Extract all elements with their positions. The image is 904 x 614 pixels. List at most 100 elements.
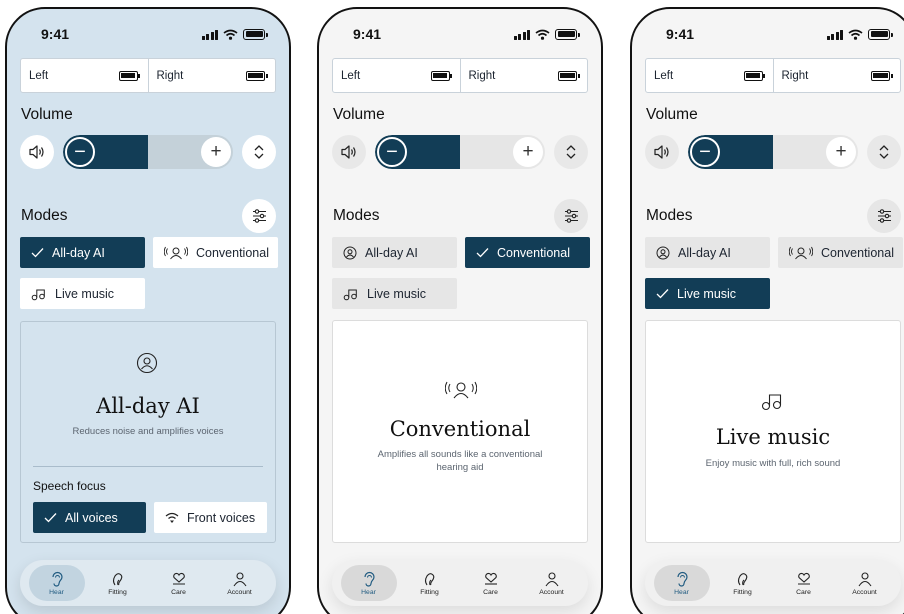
- mode-settings-button[interactable]: [867, 199, 901, 233]
- volume-slider[interactable]: − +: [375, 134, 545, 169]
- volume-up-button[interactable]: +: [826, 136, 856, 167]
- right-battery: Right: [147, 59, 276, 92]
- speech-focus-title: Speech focus: [33, 479, 106, 493]
- volume-down-button[interactable]: −: [690, 136, 720, 167]
- bottom-tab-bar: Hear Fitting Care Account: [645, 560, 901, 606]
- speech-focus-label: Front voices: [187, 510, 256, 525]
- mode-detail-title: Conventional: [389, 417, 531, 441]
- tab-label: Account: [539, 588, 564, 596]
- modes-title: Modes: [646, 207, 693, 224]
- expand-button[interactable]: [554, 134, 588, 169]
- mode-chip-conventional[interactable]: Conventional: [778, 237, 903, 268]
- sliders-icon: [877, 209, 891, 223]
- mode-chip-conventional[interactable]: Conventional: [153, 237, 278, 268]
- status-time: 9:41: [666, 26, 695, 42]
- tab-care[interactable]: Care: [463, 565, 519, 601]
- mode-chip-label: All-day AI: [365, 245, 418, 260]
- divider: [33, 466, 263, 467]
- right-label: Right: [156, 69, 184, 82]
- volume-up-button[interactable]: +: [201, 136, 231, 167]
- volume-slider[interactable]: − +: [688, 134, 858, 169]
- mode-chip-label: Live music: [367, 286, 427, 301]
- mode-chip-label: Conventional: [196, 245, 269, 260]
- wifi-icon: [848, 29, 863, 40]
- battery-status-row: Left Right: [645, 58, 901, 93]
- tab-fitting[interactable]: Fitting: [715, 565, 771, 601]
- tab-label: Fitting: [108, 588, 127, 596]
- tab-label: Account: [227, 588, 252, 596]
- left-label: Left: [341, 69, 361, 82]
- mode-chip-label: Conventional: [497, 245, 570, 260]
- volume-slider[interactable]: − +: [63, 134, 233, 169]
- mode-detail-description: Amplifies all sounds like a conventional…: [377, 449, 543, 473]
- mode-chip-all-day-ai[interactable]: All-day AI: [332, 237, 457, 268]
- sound-head-icon: [445, 381, 477, 399]
- tab-account[interactable]: Account: [837, 565, 893, 601]
- modes-title: Modes: [21, 207, 68, 224]
- tab-care[interactable]: Care: [151, 565, 207, 601]
- tab-label: Fitting: [420, 588, 439, 596]
- speaker-icon: [29, 144, 44, 159]
- mode-settings-button[interactable]: [554, 199, 588, 233]
- sliders-icon: [252, 209, 266, 223]
- speaker-button[interactable]: [20, 134, 54, 169]
- mode-chip-live-music[interactable]: Live music: [645, 278, 770, 309]
- volume-title: Volume: [333, 106, 385, 123]
- left-label: Left: [654, 69, 674, 82]
- speech-focus-front-voices[interactable]: Front voices: [154, 502, 267, 533]
- mode-detail-title: All-day AI: [96, 394, 200, 418]
- bottom-tab-bar: Hear Fitting Care Account: [332, 560, 588, 606]
- right-label: Right: [781, 69, 809, 82]
- right-label: Right: [468, 69, 496, 82]
- tab-label: Care: [796, 588, 811, 596]
- tab-hear[interactable]: Hear: [28, 565, 85, 601]
- volume-up-button[interactable]: +: [513, 136, 543, 167]
- chevron-up-down-icon: [566, 144, 576, 159]
- status-icons: [201, 28, 268, 40]
- status-bar: 9:41: [41, 25, 268, 43]
- mode-chip-live-music[interactable]: Live music: [20, 278, 145, 309]
- speech-focus-all-voices[interactable]: All voices: [33, 502, 146, 533]
- mode-detail-card: Live music Enjoy music with full, rich s…: [645, 320, 901, 543]
- tab-hear[interactable]: Hear: [653, 565, 710, 601]
- volume-down-button[interactable]: −: [377, 136, 407, 167]
- expand-button[interactable]: [867, 134, 901, 169]
- signal-icon: [201, 29, 218, 40]
- mode-chip-all-day-ai[interactable]: All-day AI: [645, 237, 770, 268]
- mode-chip-all-day-ai[interactable]: All-day AI: [20, 237, 145, 268]
- care-icon: [484, 572, 497, 585]
- status-icons: [826, 28, 893, 40]
- music-note-icon: [761, 394, 782, 411]
- account-icon: [233, 571, 246, 586]
- mode-chip-label: All-day AI: [52, 245, 105, 260]
- speaker-button[interactable]: [332, 134, 366, 169]
- signal-icon: [826, 29, 843, 40]
- status-bar: 9:41: [353, 25, 580, 43]
- expand-button[interactable]: [242, 134, 276, 169]
- volume-control: − +: [332, 134, 588, 169]
- tab-label: Care: [171, 588, 186, 596]
- tab-fitting[interactable]: Fitting: [90, 565, 146, 601]
- battery-icon: [246, 70, 268, 81]
- wifi-icon: [223, 29, 238, 40]
- mode-settings-button[interactable]: [242, 199, 276, 233]
- tab-label: Hear: [361, 588, 376, 596]
- ear-icon: [676, 571, 688, 587]
- right-battery: Right: [459, 59, 588, 92]
- volume-down-button[interactable]: −: [65, 136, 95, 167]
- tab-label: Care: [483, 588, 498, 596]
- speaker-icon: [654, 144, 669, 159]
- mode-chip-live-music[interactable]: Live music: [332, 278, 457, 309]
- tab-fitting[interactable]: Fitting: [402, 565, 458, 601]
- speaker-button[interactable]: [645, 134, 679, 169]
- music-note-icon: [31, 289, 45, 300]
- mode-chip-conventional[interactable]: Conventional: [465, 237, 590, 268]
- mode-detail-card: Conventional Amplifies all sounds like a…: [332, 320, 588, 543]
- tab-care[interactable]: Care: [776, 565, 832, 601]
- bottom-tab-bar: Hear Fitting Care Account: [20, 560, 276, 606]
- modes-title: Modes: [333, 207, 380, 224]
- tab-account[interactable]: Account: [212, 565, 268, 601]
- tab-hear[interactable]: Hear: [340, 565, 397, 601]
- tab-account[interactable]: Account: [524, 565, 580, 601]
- mode-detail-title: Live music: [715, 425, 831, 449]
